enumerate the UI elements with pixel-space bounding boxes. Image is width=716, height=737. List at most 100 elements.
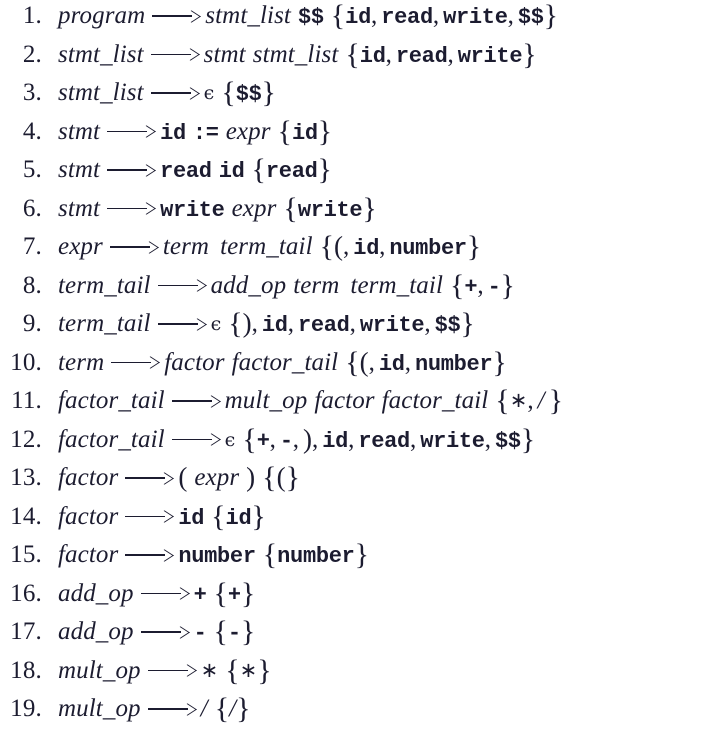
rule-body: mult_op / {/} bbox=[42, 694, 251, 724]
terminal-id: id bbox=[291, 120, 318, 146]
rule-row: 19. mult_op / {/} bbox=[0, 694, 716, 734]
rule-row: 7. expr term term_tail {(, id, number} bbox=[0, 232, 716, 272]
predict-open-brace: { bbox=[225, 653, 240, 687]
comma: , bbox=[507, 2, 514, 29]
nonterminal-term: term bbox=[162, 233, 210, 260]
rule-body: factor_tail ϵ {+, -,), id, read, write, $$} bbox=[42, 423, 535, 454]
arrow-icon bbox=[140, 586, 187, 600]
predict-open-brace: { bbox=[214, 692, 230, 725]
terminal-id: id bbox=[359, 43, 386, 69]
rule-number: 15. bbox=[10, 541, 42, 568]
rule-row: 13. factor(expr){(} bbox=[0, 462, 716, 503]
predict-close-brace: } bbox=[548, 384, 564, 417]
terminal-write: write bbox=[457, 43, 523, 69]
rule-body: add_op - {-} bbox=[42, 617, 255, 647]
nonterminal-lhs: factor bbox=[58, 502, 119, 530]
terminal-id: id bbox=[378, 351, 405, 377]
comma: , bbox=[447, 40, 454, 68]
epsilon-symbol: ϵ bbox=[210, 313, 222, 335]
comma: , bbox=[370, 2, 378, 29]
predict-close-brace: } bbox=[257, 653, 272, 687]
arrow-icon bbox=[107, 124, 153, 138]
terminal-minus: - bbox=[279, 428, 293, 454]
terminal-plus: + bbox=[464, 274, 478, 300]
arrow-icon bbox=[157, 316, 204, 330]
rule-row: 10. term factor factor_tail {(, id, number} bbox=[0, 347, 716, 388]
comma: , bbox=[404, 348, 411, 376]
rule-number: 4. bbox=[22, 117, 42, 145]
predict-open-brace: { bbox=[211, 499, 226, 533]
nonterminal-stmt-list: stmt_list bbox=[252, 40, 339, 68]
comma: , bbox=[343, 233, 350, 260]
comma: , bbox=[385, 40, 392, 68]
predict-open-brace: { bbox=[213, 576, 228, 610]
predict-close-brace: } bbox=[251, 499, 266, 533]
terminal-eof: $$ bbox=[517, 5, 544, 30]
terminal-number: number bbox=[178, 544, 256, 569]
slash-symbol: / bbox=[200, 695, 208, 722]
predict-close-brace: } bbox=[240, 576, 256, 610]
arrow-icon bbox=[147, 663, 194, 677]
rule-body: expr term term_tail {(, id, number} bbox=[42, 232, 481, 262]
grammar-rules-list: 1. program stmt_list $$ {id, read, write, $$} … bbox=[0, 0, 716, 734]
arrow-icon bbox=[125, 547, 171, 561]
predict-close-brace: } bbox=[240, 615, 256, 648]
rule-number: 17. bbox=[10, 618, 42, 645]
comma: , bbox=[269, 425, 276, 453]
comma: , bbox=[409, 425, 417, 453]
rule-row: 11. factor_tail mult_op factor factor_tail{… bbox=[0, 384, 716, 426]
rule-row: 4. stmt id:= expr {id} bbox=[0, 114, 716, 157]
arrow-icon bbox=[171, 432, 218, 446]
rule-row: 2. stmt_list stmt stmt_list {id, read, write} bbox=[0, 39, 716, 80]
predict-close-brace: } bbox=[520, 422, 536, 456]
nonterminal-term-tail: term_tail bbox=[220, 233, 313, 260]
comma: , bbox=[348, 425, 355, 453]
terminal-write: write bbox=[359, 313, 425, 338]
nonterminal-lhs: factor bbox=[58, 464, 119, 491]
rule-body: add_op + {+} bbox=[42, 578, 255, 608]
rule-body: factor number {number} bbox=[42, 540, 369, 570]
terminal-id: id bbox=[218, 159, 245, 184]
star-symbol: ∗ bbox=[239, 657, 258, 682]
terminal-plus: + bbox=[227, 582, 241, 608]
rule-row: 14. factor id {id} bbox=[0, 499, 716, 542]
predict-open-brace: { bbox=[330, 0, 346, 32]
predict-open-brace: { bbox=[228, 307, 243, 340]
predict-open-brace: { bbox=[450, 268, 465, 302]
paren-close: ) bbox=[303, 423, 313, 454]
rule-number: 2. bbox=[22, 40, 42, 68]
rule-number: 19. bbox=[10, 695, 42, 722]
paren-open: ( bbox=[178, 462, 188, 492]
arrow-icon bbox=[111, 355, 157, 369]
comma: , bbox=[424, 310, 431, 337]
rule-number: 8. bbox=[22, 271, 42, 299]
arrow-icon bbox=[150, 85, 197, 99]
nonterminal-lhs: stmt bbox=[58, 194, 101, 222]
terminal-plus: + bbox=[256, 428, 270, 454]
rule-number: 3. bbox=[22, 79, 42, 106]
predict-close-brace: } bbox=[317, 114, 333, 148]
terminal-number: number bbox=[277, 544, 355, 569]
nonterminal-lhs: add_op bbox=[58, 618, 134, 645]
rule-number: 10. bbox=[10, 348, 42, 376]
rule-number: 12. bbox=[10, 425, 42, 453]
rule-row: 5. stmt read id {read} bbox=[0, 155, 716, 195]
predict-close-brace: } bbox=[500, 268, 515, 302]
comma: , bbox=[287, 310, 294, 337]
rule-row: 18. mult_op ∗ {∗} bbox=[0, 653, 716, 696]
rule-row: 12. factor_tail ϵ {+, -,), id, read, write, $$} bbox=[0, 423, 716, 465]
nonterminal-term-tail: term_tail bbox=[350, 271, 443, 299]
comma: , bbox=[432, 2, 440, 29]
nonterminal-lhs: factor_tail bbox=[58, 387, 165, 414]
rule-body: factor(expr){(} bbox=[42, 462, 300, 493]
terminal-id: id bbox=[261, 313, 288, 338]
nonterminal-lhs: mult_op bbox=[58, 656, 141, 684]
terminal-minus: - bbox=[227, 621, 241, 646]
nonterminal-add-op: add_op bbox=[210, 271, 287, 299]
nonterminal-lhs: term_tail bbox=[58, 271, 151, 299]
star-symbol: ∗ bbox=[509, 388, 528, 412]
terminal-read: read bbox=[265, 159, 318, 184]
arrow-icon bbox=[171, 393, 218, 407]
arrow-icon bbox=[107, 201, 153, 215]
terminal-read: read bbox=[395, 43, 448, 69]
